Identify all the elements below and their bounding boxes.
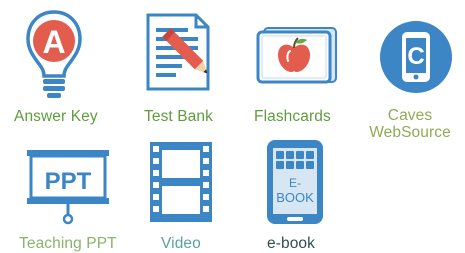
video-label: Video: [161, 235, 201, 252]
test-bank-label: Test Bank: [144, 108, 213, 125]
caves-icon-letter: C: [407, 43, 424, 70]
answer-key-icon-letter: A: [42, 24, 65, 60]
film-strip-icon: [150, 142, 212, 222]
flashcards-label: Flashcards: [254, 108, 331, 125]
ebook-icon-text-line1: E-: [289, 176, 301, 190]
caves-websource-tile[interactable]: C Caves WebSource: [360, 0, 465, 141]
ebook-label: e-book: [267, 235, 315, 252]
ebook-tile[interactable]: E- BOOK e-book: [255, 134, 345, 253]
answer-key-tile[interactable]: A Answer Key: [0, 0, 110, 128]
video-tile[interactable]: Video: [140, 140, 230, 253]
lightbulb-a-icon: A: [26, 10, 82, 98]
teaching-ppt-label: Teaching PPT: [19, 235, 117, 252]
ebook-icon-text-line2: BOOK: [276, 190, 314, 205]
ebook-reader-icon: E- BOOK: [267, 140, 323, 224]
presentation-board-icon: PPT: [27, 150, 109, 225]
answer-key-label: Answer Key: [14, 108, 98, 125]
test-bank-tile[interactable]: Test Bank: [130, 0, 230, 128]
ppt-icon-text: PPT: [45, 168, 92, 195]
document-pencil-icon: [146, 13, 210, 91]
apple-flashcard-icon: [256, 27, 337, 84]
caves-websource-label-line1: Caves: [387, 107, 433, 124]
caves-websource-label-line2: WebSource: [369, 124, 451, 141]
flashcards-tile[interactable]: Flashcards: [250, 0, 350, 128]
teaching-ppt-tile[interactable]: PPT Teaching PPT: [10, 140, 130, 253]
tablet-c-icon: C: [380, 21, 452, 93]
